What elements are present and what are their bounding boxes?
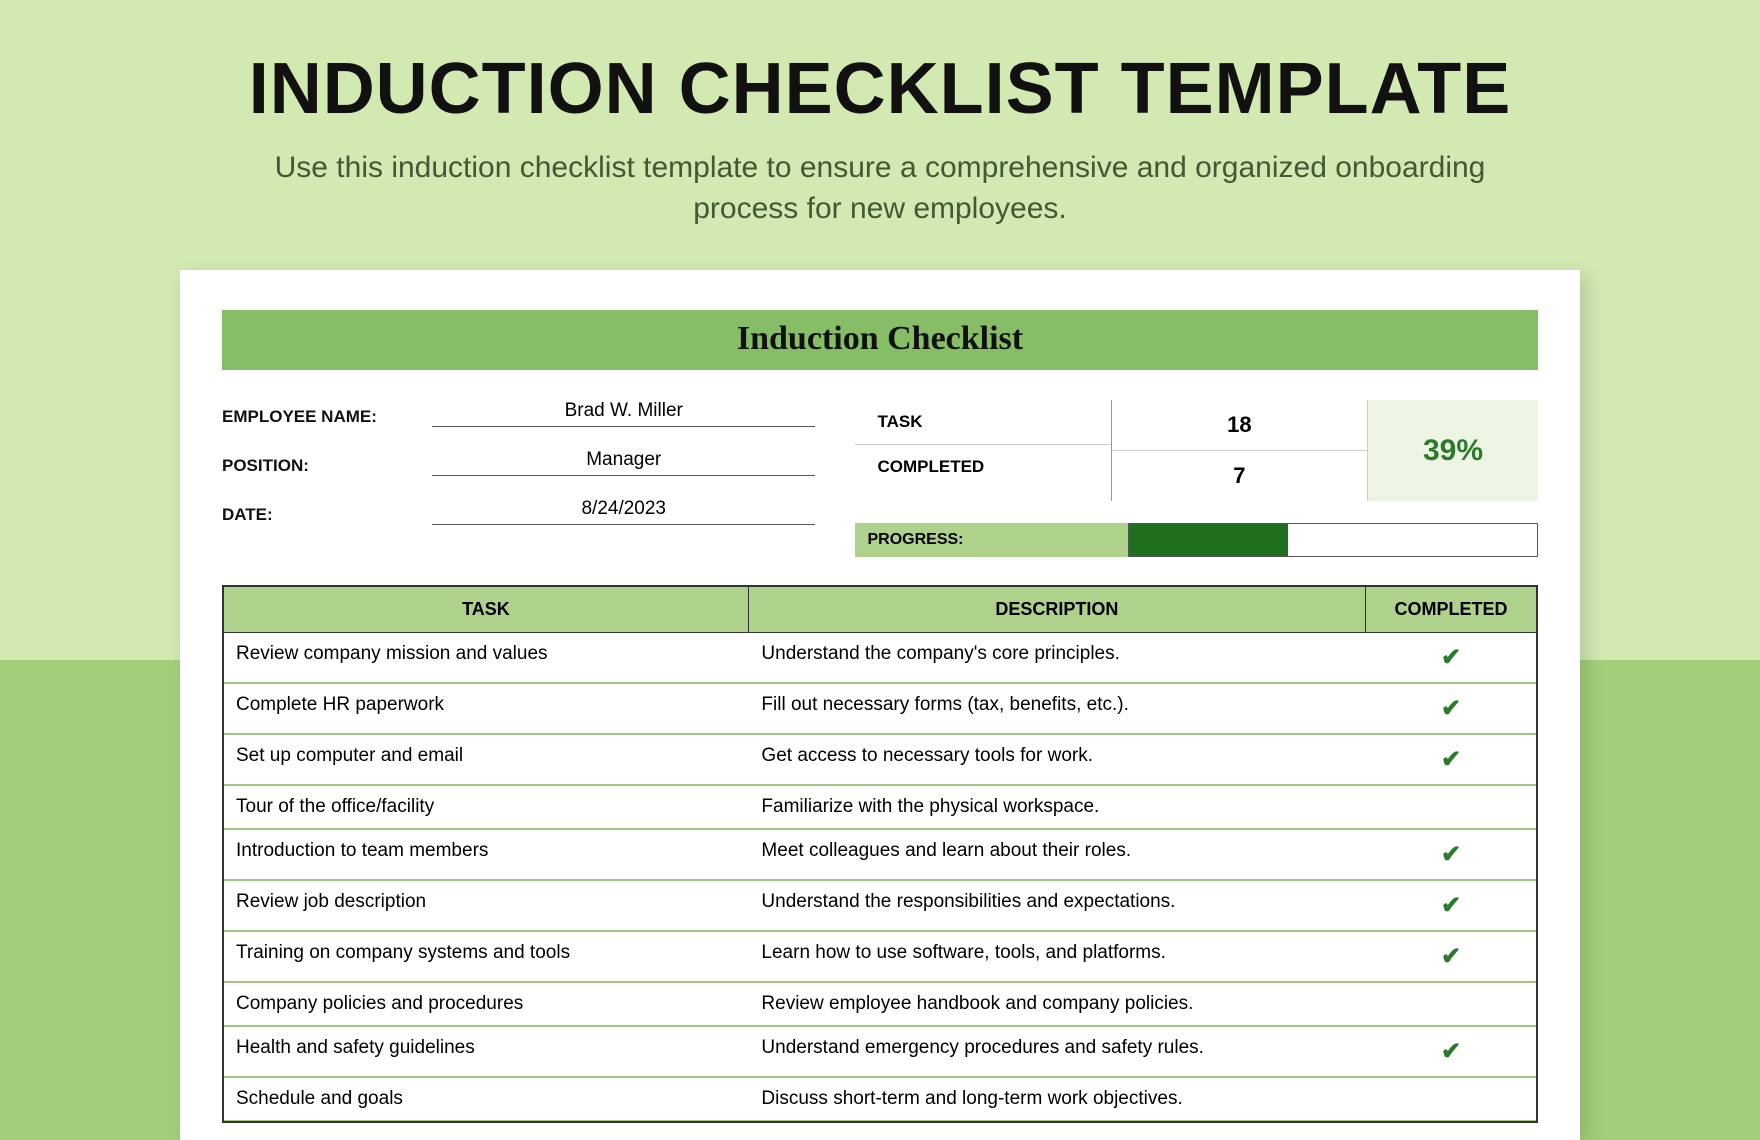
document-sheet: Induction Checklist EMPLOYEE NAME: Brad …: [180, 270, 1580, 1140]
table-row: Set up computer and emailGet access to n…: [224, 734, 1536, 785]
progress-label: PROGRESS:: [855, 523, 1128, 557]
stat-task-value: 18: [1112, 400, 1367, 451]
employee-info: EMPLOYEE NAME: Brad W. Miller POSITION: …: [222, 400, 815, 557]
cell-description: Get access to necessary tools for work.: [749, 735, 1366, 784]
table-row: Introduction to team membersMeet colleag…: [224, 829, 1536, 880]
stat-task-label: TASK: [855, 400, 1110, 445]
cell-task: Health and safety guidelines: [224, 1027, 749, 1076]
progress-row: PROGRESS:: [855, 523, 1538, 557]
cell-completed[interactable]: ✔: [1366, 735, 1536, 784]
table-row: Review job descriptionUnderstand the res…: [224, 880, 1536, 931]
cell-description: Familiarize with the physical workspace.: [749, 786, 1366, 828]
employee-name-row: EMPLOYEE NAME: Brad W. Miller: [222, 400, 815, 427]
sheet-banner: Induction Checklist: [222, 310, 1538, 370]
col-header-completed: COMPLETED: [1366, 587, 1536, 632]
stat-completed-value: 7: [1112, 451, 1367, 501]
stats-block: TASK COMPLETED 18 7 39% PROGRESS:: [855, 400, 1538, 557]
cell-task: Company policies and procedures: [224, 983, 749, 1025]
table-row: Health and safety guidelinesUnderstand e…: [224, 1026, 1536, 1077]
cell-completed[interactable]: [1366, 786, 1536, 828]
table-row: Complete HR paperworkFill out necessary …: [224, 683, 1536, 734]
date-value[interactable]: 8/24/2023: [432, 498, 815, 525]
table-row: Schedule and goalsDiscuss short-term and…: [224, 1077, 1536, 1121]
progress-bar: [1128, 523, 1538, 557]
stats-grid: TASK COMPLETED 18 7 39%: [855, 400, 1538, 501]
cell-completed[interactable]: [1366, 983, 1536, 1025]
table-row: Training on company systems and toolsLea…: [224, 931, 1536, 982]
info-area: EMPLOYEE NAME: Brad W. Miller POSITION: …: [222, 400, 1538, 557]
cell-description: Learn how to use software, tools, and pl…: [749, 932, 1366, 981]
cell-task: Review company mission and values: [224, 633, 749, 682]
table-row: Review company mission and valuesUnderst…: [224, 632, 1536, 683]
cell-task: Complete HR paperwork: [224, 684, 749, 733]
cell-description: Discuss short-term and long-term work ob…: [749, 1078, 1366, 1120]
cell-completed[interactable]: ✔: [1366, 932, 1536, 981]
cell-task: Schedule and goals: [224, 1078, 749, 1120]
employee-name-value[interactable]: Brad W. Miller: [432, 400, 815, 427]
cell-description: Fill out necessary forms (tax, benefits,…: [749, 684, 1366, 733]
cell-completed[interactable]: ✔: [1366, 830, 1536, 879]
cell-description: Understand the responsibilities and expe…: [749, 881, 1366, 930]
cell-completed[interactable]: ✔: [1366, 684, 1536, 733]
cell-description: Review employee handbook and company pol…: [749, 983, 1366, 1025]
progress-fill: [1129, 524, 1288, 556]
cell-description: Understand the company's core principles…: [749, 633, 1366, 682]
cell-completed[interactable]: ✔: [1366, 881, 1536, 930]
col-header-description: DESCRIPTION: [749, 587, 1366, 632]
date-row: DATE: 8/24/2023: [222, 498, 815, 525]
percent-complete: 39%: [1368, 400, 1538, 501]
position-value[interactable]: Manager: [432, 449, 815, 476]
cell-task: Introduction to team members: [224, 830, 749, 879]
cell-task: Set up computer and email: [224, 735, 749, 784]
cell-description: Meet colleagues and learn about their ro…: [749, 830, 1366, 879]
cell-task: Tour of the office/facility: [224, 786, 749, 828]
task-table: TASK DESCRIPTION COMPLETED Review compan…: [222, 585, 1538, 1123]
page-subtitle: Use this induction checklist template to…: [220, 148, 1540, 229]
cell-task: Training on company systems and tools: [224, 932, 749, 981]
employee-name-label: EMPLOYEE NAME:: [222, 407, 432, 427]
position-label: POSITION:: [222, 456, 432, 476]
table-row: Tour of the office/facilityFamiliarize w…: [224, 785, 1536, 829]
cell-completed[interactable]: ✔: [1366, 1027, 1536, 1076]
cell-description: Understand emergency procedures and safe…: [749, 1027, 1366, 1076]
stat-completed-label: COMPLETED: [855, 445, 1110, 489]
page-title: INDUCTION CHECKLIST TEMPLATE: [0, 0, 1760, 130]
cell-task: Review job description: [224, 881, 749, 930]
date-label: DATE:: [222, 505, 432, 525]
position-row: POSITION: Manager: [222, 449, 815, 476]
table-row: Company policies and proceduresReview em…: [224, 982, 1536, 1026]
col-header-task: TASK: [224, 587, 749, 632]
table-body: Review company mission and valuesUnderst…: [224, 632, 1536, 1121]
table-header: TASK DESCRIPTION COMPLETED: [224, 587, 1536, 632]
cell-completed[interactable]: [1366, 1078, 1536, 1120]
cell-completed[interactable]: ✔: [1366, 633, 1536, 682]
